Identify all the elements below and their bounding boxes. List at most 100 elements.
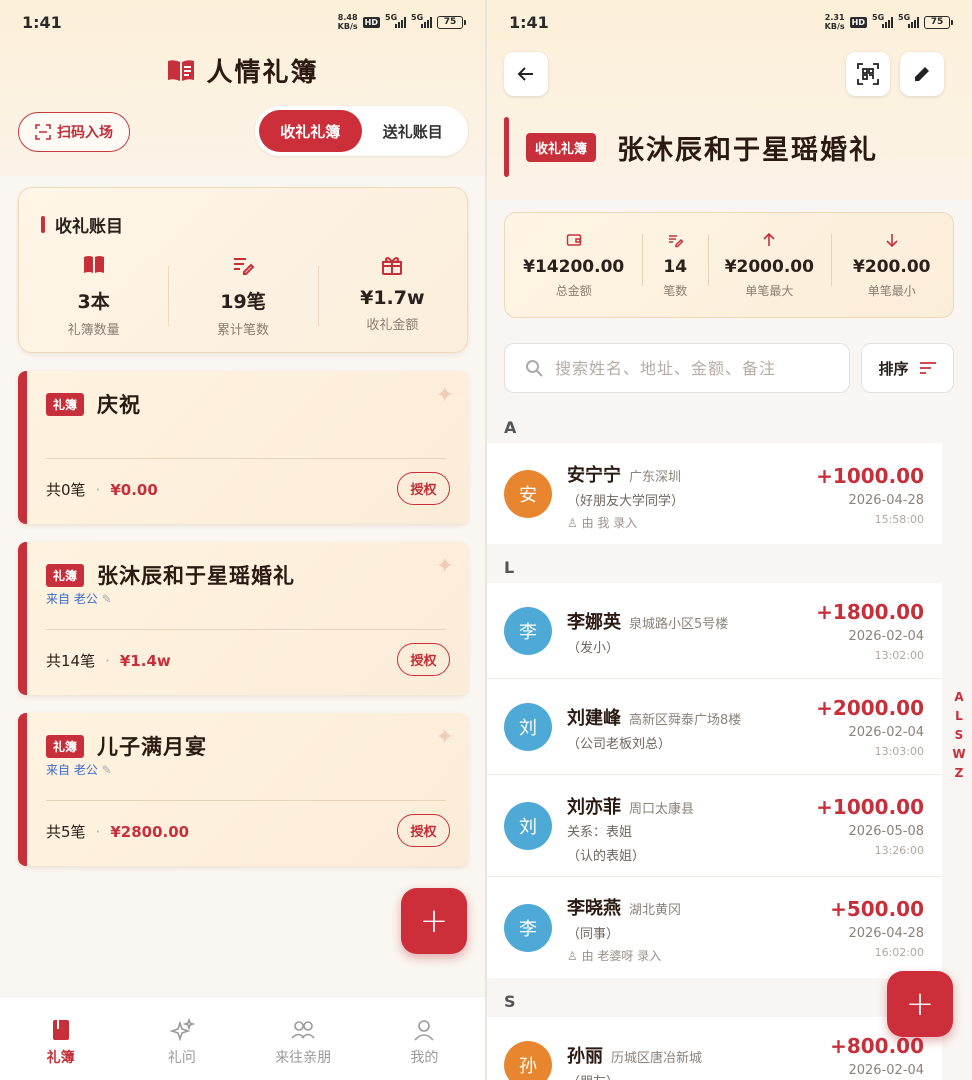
signal-icon: 5G bbox=[898, 13, 919, 28]
net-speed: 8.48 KB/s bbox=[337, 13, 358, 31]
scan-entry-button[interactable]: 扫码入场 bbox=[18, 112, 130, 152]
book-card[interactable]: 礼簿 庆祝 ✦ 共0笔 · ¥0.00 授权 bbox=[18, 371, 468, 524]
gift-amount: +800.00 bbox=[830, 1034, 924, 1058]
book-tag: 礼簿 bbox=[46, 564, 85, 587]
back-button[interactable] bbox=[504, 52, 548, 96]
plus-icon: + bbox=[905, 984, 935, 1024]
book-open-icon bbox=[168, 59, 195, 81]
contact-note: （认的表姐） bbox=[567, 849, 646, 864]
contact-name: 李晓燕 湖北黄冈 bbox=[567, 898, 682, 919]
page-title: 张沐辰和于星瑶婚礼 bbox=[617, 135, 878, 166]
index-letter-a[interactable]: A bbox=[952, 690, 966, 704]
person-icon: ♙ bbox=[567, 949, 582, 963]
search-icon bbox=[526, 360, 543, 377]
battery-icon: 75 bbox=[924, 15, 953, 29]
gift-date: 2026-04-28 bbox=[848, 493, 924, 508]
nav-item-ask[interactable]: 礼问 bbox=[121, 997, 242, 1080]
detail-stats-card: ¥14200.00 总金额 14 笔数 ¥2000.00 单笔最大 ¥200.0… bbox=[504, 212, 954, 318]
add-gift-button[interactable]: + bbox=[887, 971, 953, 1037]
index-letter-w[interactable]: W bbox=[952, 747, 966, 761]
contact-note: （好朋友大学同学） bbox=[567, 494, 685, 509]
index-letter-z[interactable]: Z bbox=[952, 766, 966, 780]
gift-time: 16:02:00 bbox=[874, 946, 924, 959]
wallet-icon bbox=[566, 233, 581, 246]
nav-item-books[interactable]: 礼簿 bbox=[0, 997, 121, 1080]
nav-item-me[interactable]: 我的 bbox=[364, 997, 485, 1080]
sparkle-icon: ✦ bbox=[435, 383, 454, 408]
book-name: 张沐辰和于星瑶婚礼 bbox=[97, 564, 295, 588]
hd-icon: HD bbox=[849, 16, 867, 28]
pencil-icon: ✎ bbox=[101, 592, 112, 606]
status-bar: 1:41 2.31 KB/s HD 5G 5G 75 bbox=[487, 0, 972, 44]
book-count: 共14笔 · ¥1.4w bbox=[46, 652, 171, 670]
recorder-info: ♙ 由 我 录入 bbox=[567, 516, 638, 530]
contact-name: 安宁宁 广东深圳 bbox=[567, 465, 682, 486]
nav-item-contacts[interactable]: 来往亲朋 bbox=[243, 997, 364, 1080]
stat-gift-amount: ¥1.7w 收礼金额 bbox=[317, 254, 467, 338]
book-type-tag: 收礼礼簿 bbox=[526, 133, 597, 162]
contact-note: （同事） bbox=[567, 927, 620, 942]
list-item[interactable]: 孙 孙丽历城区唐冶新城 （朋友） +800.00 2026-02-04 bbox=[487, 1017, 942, 1080]
book-card[interactable]: 礼簿 张沐辰和于星瑶婚礼 来自 老公 ✎ ✦ 共14笔 · ¥1.4w 授权 bbox=[18, 542, 468, 695]
contact-name: 刘亦菲 周口太康县 bbox=[567, 797, 695, 818]
pencil-icon: ✎ bbox=[101, 763, 112, 777]
status-time: 1:41 bbox=[509, 12, 549, 32]
authorize-button[interactable]: 授权 bbox=[397, 643, 450, 676]
avatar: 孙 bbox=[504, 1041, 552, 1080]
summary-title: 收礼账目 bbox=[41, 212, 123, 237]
book-filled-icon bbox=[52, 1020, 69, 1040]
sort-button[interactable]: 排序 bbox=[861, 343, 954, 393]
edit-button[interactable] bbox=[900, 52, 944, 96]
tab-sent[interactable]: 送礼账目 bbox=[362, 110, 465, 152]
status-icons: 8.48 KB/s HD 5G 5G 75 bbox=[337, 13, 466, 31]
search-box bbox=[504, 343, 850, 393]
sparkle-icon: ✦ bbox=[435, 554, 454, 579]
avatar: 刘 bbox=[504, 703, 552, 751]
list-item[interactable]: 刘 刘亦菲 周口太康县 关系：表姐 （认的表姐） +1000.00 2026-05… bbox=[487, 775, 942, 876]
book-tag: 礼簿 bbox=[46, 393, 85, 416]
gift-icon bbox=[382, 257, 403, 275]
book-card[interactable]: 礼簿 儿子满月宴 来自 老公 ✎ ✦ 共5笔 · ¥2800.00 授权 bbox=[18, 713, 468, 866]
avatar: 李 bbox=[504, 904, 552, 952]
book-tag: 礼簿 bbox=[46, 735, 85, 758]
book-from: 来自 老公 ✎ bbox=[46, 763, 112, 777]
list-item[interactable]: 李 李娜英 泉城路小区5号楼 （发小） +1800.00 2026-02-04 1… bbox=[487, 583, 942, 678]
group-letter: S bbox=[504, 992, 516, 1011]
title-accent-bar bbox=[504, 117, 509, 177]
gift-date: 2026-02-04 bbox=[848, 725, 924, 740]
index-letter-s[interactable]: S bbox=[952, 728, 966, 742]
list-item[interactable]: 刘 刘建峰 高新区舜泰广场8楼 （公司老板刘总） +2000.00 2026-02… bbox=[487, 679, 942, 774]
gift-date: 2026-05-08 bbox=[848, 824, 924, 839]
gift-amount: +1800.00 bbox=[816, 600, 924, 624]
pencil-icon bbox=[915, 67, 929, 81]
contact-note: （公司老板刘总） bbox=[567, 737, 672, 752]
gift-amount: +2000.00 bbox=[816, 696, 924, 720]
group-letter: L bbox=[504, 558, 515, 577]
book-icon bbox=[83, 256, 104, 273]
stat-record-count: 14 笔数 bbox=[642, 232, 708, 299]
search-input[interactable] bbox=[555, 358, 815, 378]
index-letter-l[interactable]: L bbox=[952, 709, 966, 723]
authorize-button[interactable]: 授权 bbox=[397, 472, 450, 505]
hd-icon: HD bbox=[362, 16, 380, 28]
status-time: 1:41 bbox=[22, 12, 62, 32]
gift-amount: +1000.00 bbox=[816, 464, 924, 488]
person-icon bbox=[414, 1020, 434, 1041]
book-type-segment: 收礼礼簿 送礼账目 bbox=[255, 106, 468, 156]
people-icon bbox=[291, 1021, 315, 1039]
add-book-button[interactable]: + bbox=[401, 888, 467, 954]
app-title-text: 人情礼簿 bbox=[206, 58, 319, 88]
signal-icon: 5G bbox=[872, 13, 893, 28]
recorder-info: ♙ 由 老婆呀 录入 bbox=[567, 949, 662, 963]
list-item[interactable]: 安 安宁宁 广东深圳 （好朋友大学同学） ♙ 由 我 录入 +1000.00 20… bbox=[487, 443, 942, 544]
qr-code-button[interactable] bbox=[846, 52, 890, 96]
sparkle-icon bbox=[169, 1017, 195, 1042]
authorize-button[interactable]: 授权 bbox=[397, 814, 450, 847]
contact-name: 李娜英 泉城路小区5号楼 bbox=[567, 612, 729, 633]
list-item[interactable]: 李 李晓燕 湖北黄冈 （同事） ♙ 由 老婆呀 录入 +500.00 2026-0… bbox=[487, 877, 942, 978]
qr-code-icon bbox=[857, 63, 879, 85]
arrow-up-icon bbox=[763, 232, 775, 246]
tab-received[interactable]: 收礼礼簿 bbox=[259, 110, 362, 152]
book-from: 来自 老公 ✎ bbox=[46, 592, 112, 606]
app-title: 人情礼簿 bbox=[0, 52, 485, 89]
